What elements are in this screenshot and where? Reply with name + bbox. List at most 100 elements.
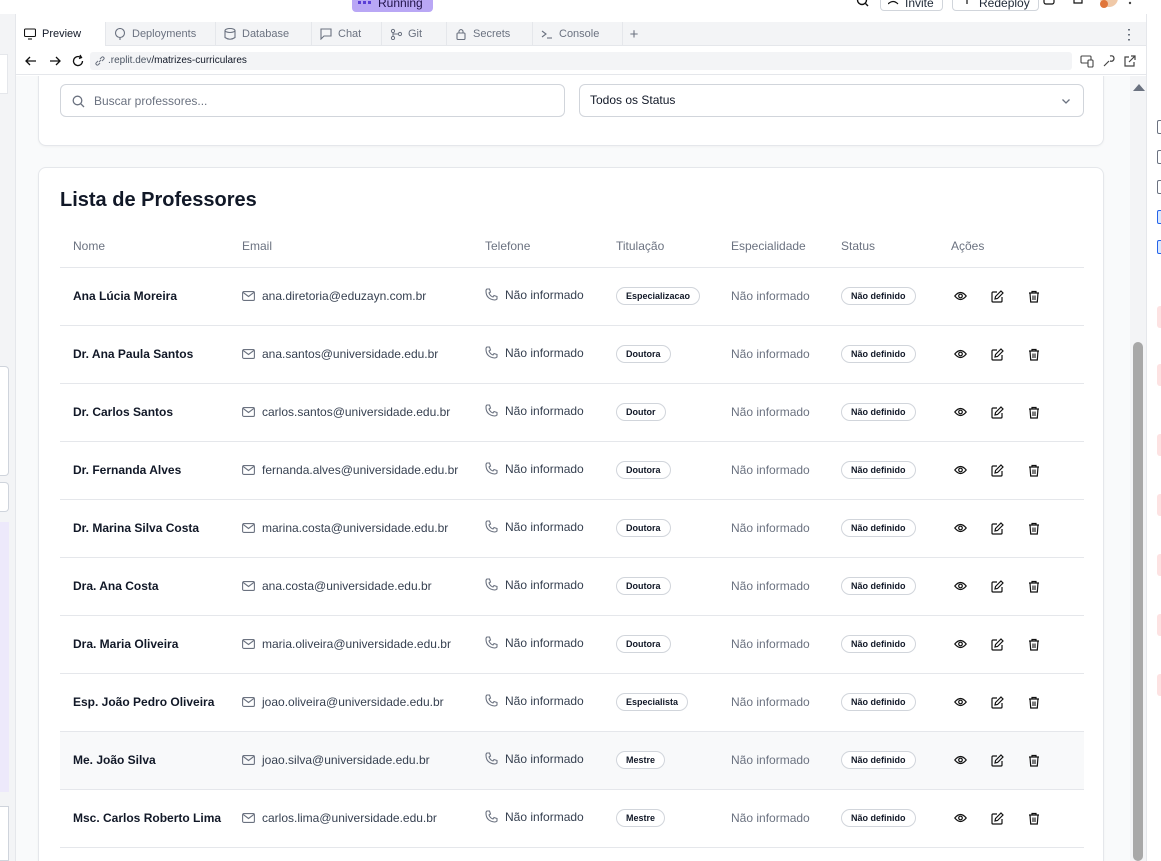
- professor-name-text: Dr. Fernanda Alves: [73, 463, 182, 477]
- phone-icon: [485, 636, 498, 649]
- trash-icon[interactable]: [1028, 638, 1040, 651]
- left-panel-field[interactable]: [0, 54, 8, 94]
- status-badge: Não definido: [841, 577, 916, 595]
- open-new-window-icon[interactable]: [1123, 54, 1137, 68]
- tab-secrets[interactable]: Secrets: [447, 22, 533, 46]
- left-panel-input[interactable]: [0, 482, 9, 512]
- invite-button[interactable]: Invite: [880, 0, 943, 11]
- view-icon[interactable]: [954, 407, 967, 417]
- view-icon[interactable]: [954, 291, 967, 301]
- view-icon[interactable]: [954, 581, 967, 591]
- right-panel-checkbox[interactable]: [1157, 180, 1161, 194]
- column-header-status[interactable]: Status: [828, 225, 938, 268]
- table-row[interactable]: Dra. Maria Oliveira maria.oliveira@univer…: [60, 615, 1084, 674]
- tab-database[interactable]: Database: [216, 22, 312, 46]
- external-link-icon[interactable]: [1043, 0, 1055, 6]
- search-input[interactable]: [94, 85, 554, 116]
- search-field[interactable]: [60, 84, 565, 117]
- right-panel-checkbox[interactable]: [1157, 120, 1161, 134]
- right-panel-checkbox[interactable]: [1157, 240, 1161, 254]
- status-badge: Não definido: [841, 809, 916, 827]
- column-header-phone[interactable]: Telefone: [472, 225, 603, 268]
- tab-console[interactable]: Console: [533, 22, 623, 46]
- back-arrow-icon[interactable]: [24, 54, 38, 68]
- edit-icon[interactable]: [991, 579, 1004, 593]
- redeploy-button[interactable]: Redeploy: [952, 0, 1039, 11]
- run-status-button[interactable]: Running: [352, 0, 433, 12]
- edit-icon[interactable]: [991, 637, 1004, 651]
- professor-email: fernanda.alves@universidade.edu.br: [229, 441, 472, 500]
- search-icon[interactable]: [856, 0, 870, 8]
- table-row[interactable]: Msc. Carlos Roberto Lima carlos.lima@univ…: [60, 789, 1084, 848]
- table-row[interactable]: Ana Lúcia Moreira ana.diretoria@eduzayn.c…: [60, 267, 1084, 326]
- scroll-up-arrow-icon[interactable]: [1133, 84, 1145, 91]
- tab-deployments[interactable]: Deployments: [106, 22, 216, 46]
- edit-icon[interactable]: [991, 811, 1004, 825]
- table-row[interactable]: Me. João Silva joao.silva@universidade.ed…: [60, 731, 1084, 790]
- view-icon[interactable]: [954, 349, 967, 359]
- edit-icon[interactable]: [991, 405, 1004, 419]
- table-row[interactable]: Dr. Fernanda Alves fernanda.alves@univers…: [60, 441, 1084, 500]
- trash-icon[interactable]: [1028, 580, 1040, 593]
- trash-icon[interactable]: [1028, 348, 1040, 361]
- tab-preview[interactable]: Preview: [16, 22, 106, 46]
- table-row[interactable]: Dr. Carlos Santos carlos.santos@universid…: [60, 383, 1084, 442]
- trash-icon[interactable]: [1028, 522, 1040, 535]
- edit-icon[interactable]: [991, 521, 1004, 535]
- view-icon[interactable]: [954, 813, 967, 823]
- forward-arrow-icon[interactable]: [48, 54, 62, 68]
- view-icon[interactable]: [954, 639, 967, 649]
- view-icon[interactable]: [954, 697, 967, 707]
- devices-icon[interactable]: [1080, 54, 1094, 68]
- column-header-email[interactable]: Email: [229, 225, 472, 268]
- specialty-text: Não informado: [731, 405, 810, 419]
- right-panel-checkbox[interactable]: [1157, 210, 1161, 224]
- view-icon[interactable]: [954, 523, 967, 533]
- status-badge: Não definido: [841, 693, 916, 711]
- professor-status: Não definido: [828, 615, 938, 674]
- edit-icon[interactable]: [991, 463, 1004, 477]
- right-panel-checkbox[interactable]: [1157, 150, 1161, 164]
- professor-specialty: Não informado: [718, 557, 828, 616]
- url-field[interactable]: .replit.dev/matrizes-curriculares: [90, 52, 1072, 70]
- edit-icon[interactable]: [991, 347, 1004, 361]
- preview-address-bar: .replit.dev/matrizes-curriculares: [16, 47, 1146, 75]
- left-panel-input-bottom[interactable]: [0, 806, 9, 861]
- column-header-specialty[interactable]: Especialidade: [718, 225, 828, 268]
- wrench-icon[interactable]: [1102, 54, 1116, 68]
- professor-name-text: Dr. Ana Paula Santos: [73, 347, 194, 361]
- reload-icon[interactable]: [71, 54, 85, 68]
- avatar[interactable]: [1098, 0, 1120, 10]
- table-row[interactable]: Dr. Marina Silva Costa marina.costa@unive…: [60, 499, 1084, 558]
- edit-icon[interactable]: [991, 695, 1004, 709]
- trash-icon[interactable]: [1028, 290, 1040, 303]
- scrollbar-thumb[interactable]: [1133, 342, 1143, 861]
- tab-chat[interactable]: Chat: [312, 22, 382, 46]
- view-icon[interactable]: [954, 755, 967, 765]
- status-filter-select[interactable]: Todos os Status: [579, 84, 1084, 117]
- table-row[interactable]: Dr. Ana Paula Santos ana.santos@universid…: [60, 325, 1084, 384]
- trash-icon[interactable]: [1028, 812, 1040, 825]
- tab-more-icon[interactable]: ⋮: [1122, 22, 1136, 46]
- add-tab-button[interactable]: +: [624, 22, 644, 46]
- edit-icon[interactable]: [991, 753, 1004, 767]
- right-panel-tag: [1157, 614, 1161, 636]
- view-icon[interactable]: [954, 465, 967, 475]
- invite-label: Invite: [905, 0, 934, 10]
- column-header-name[interactable]: Nome: [60, 225, 229, 268]
- trash-icon[interactable]: [1028, 406, 1040, 419]
- edit-icon[interactable]: [991, 289, 1004, 303]
- trash-icon[interactable]: [1028, 754, 1040, 767]
- row-actions: [938, 325, 1084, 384]
- table-row[interactable]: Dra. Ana Costa ana.costa@universidade.edu…: [60, 557, 1084, 616]
- column-header-title[interactable]: Titulação: [603, 225, 718, 268]
- more-vertical-icon[interactable]: [1128, 0, 1132, 8]
- bell-icon[interactable]: [1071, 0, 1085, 6]
- tab-git[interactable]: Git: [382, 22, 447, 46]
- trash-icon[interactable]: [1028, 464, 1040, 477]
- table-row[interactable]: Esp. João Pedro Oliveira joao.oliveira@un…: [60, 673, 1084, 732]
- page-scrollbar[interactable]: [1130, 76, 1146, 861]
- trash-icon[interactable]: [1028, 696, 1040, 709]
- tab-label: Git: [408, 28, 423, 40]
- professor-name-text: Me. João Silva: [73, 753, 156, 767]
